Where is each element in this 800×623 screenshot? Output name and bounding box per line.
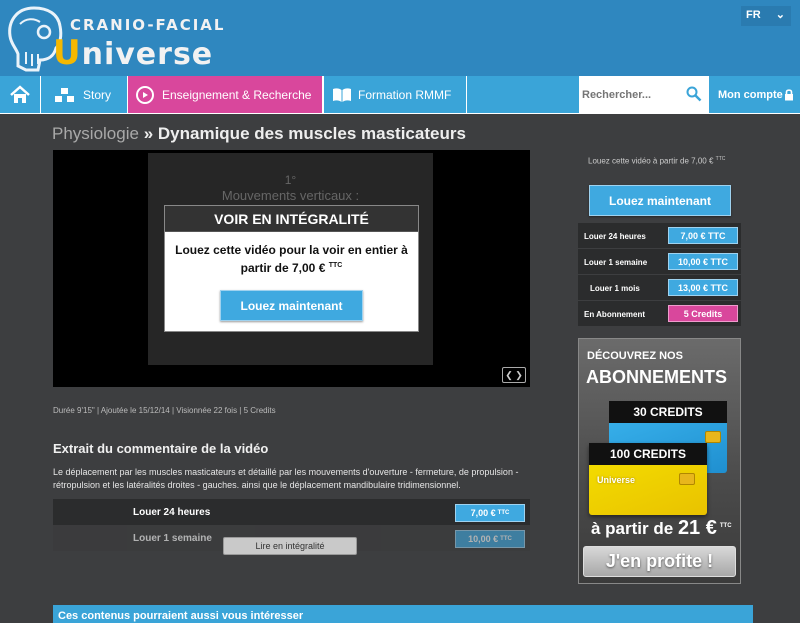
cubes-icon	[55, 87, 74, 102]
nav-story[interactable]: Story	[41, 76, 127, 113]
search-icon[interactable]	[686, 86, 702, 102]
chip-icon	[679, 473, 695, 485]
list-item: En Abonnement 5 Credits	[578, 301, 741, 327]
price-value-subscription[interactable]: 5 Credits	[668, 305, 738, 322]
related-content-bar: Ces contenus pourraient aussi vous intér…	[53, 605, 753, 623]
list-item: Louer 1 semaine 10,00 € TTC	[578, 249, 741, 275]
overlay-rent-button[interactable]: Louez maintenant	[220, 290, 363, 321]
site-header: CRANIO-FACIAL Universe FR ⌄	[0, 0, 800, 76]
lock-icon	[785, 89, 793, 101]
rent-week-price[interactable]: 10,00 € TTC	[455, 530, 525, 548]
nav-story-label: Story	[83, 87, 112, 102]
ad-price: à partir de 21 € TTC	[591, 517, 732, 539]
rent-week-label: Louer 1 semaine	[133, 533, 212, 544]
comment-text: Le déplacement par les muscles masticate…	[53, 467, 519, 490]
side-rent-button[interactable]: Louez maintenant	[589, 185, 731, 216]
nav-formation-label: Formation RMMF	[358, 87, 452, 102]
nav-formation[interactable]: Formation RMMF	[324, 76, 466, 113]
list-item: Louer 1 mois 13,00 € TTC	[578, 275, 741, 301]
ad-cta-button[interactable]: J'en profite !	[583, 546, 736, 577]
side-price-table: Louer 24 heures 7,00 € TTC Louer 1 semai…	[578, 223, 741, 327]
video-meta: Durée 9'15" | Ajoutée le 15/12/14 | Visi…	[53, 406, 276, 415]
search-box[interactable]	[580, 76, 708, 113]
price-label: Louer 1 semaine	[584, 258, 648, 267]
book-icon	[333, 87, 351, 102]
nav-spacer	[467, 76, 579, 113]
rent-24h-price[interactable]: 7,00 € TTC	[455, 504, 525, 522]
price-value-month[interactable]: 13,00 € TTC	[668, 279, 738, 296]
chip-icon	[705, 431, 721, 443]
side-caption: Louez cette vidéo à partir de 7,00 € TTC	[588, 156, 726, 166]
overlay-title: VOIR EN INTÉGRALITÉ	[165, 206, 418, 232]
nav-account-label: Mon compte	[718, 88, 783, 101]
chevron-down-icon: ⌄	[775, 9, 785, 21]
language-value: FR	[746, 9, 761, 21]
ad-heading-large: ABONNEMENTS	[586, 367, 728, 387]
table-row: Louer 24 heures 7,00 € TTC	[53, 499, 530, 525]
nav-home[interactable]	[0, 76, 40, 113]
card-30-label: 30 CREDITS	[609, 401, 727, 423]
slide-subtitle: Mouvements verticaux :	[221, 188, 360, 203]
read-more-button[interactable]: Lire en intégralité	[223, 537, 357, 555]
fullscreen-icon[interactable]: ❮ ❯	[502, 367, 526, 383]
comment-title: Extrait du commentaire de la vidéo	[53, 441, 269, 456]
language-select[interactable]: FR ⌄	[741, 6, 791, 26]
list-item: Louer 24 heures 7,00 € TTC	[578, 223, 741, 249]
breadcrumb-separator: »	[143, 124, 154, 143]
rent-24h-label: Louer 24 heures	[133, 507, 211, 518]
rent-overlay: VOIR EN INTÉGRALITÉ Louez cette vidéo po…	[164, 205, 419, 332]
main-nav: Story Enseignement & Recherche Formation…	[0, 76, 800, 114]
price-label: Louer 24 heures	[584, 232, 646, 241]
price-value-week[interactable]: 10,00 € TTC	[668, 253, 738, 270]
search-input[interactable]	[582, 88, 682, 101]
play-icon	[136, 85, 154, 104]
breadcrumb-parent[interactable]: Physiologie	[52, 124, 139, 143]
price-label: Louer 1 mois	[590, 284, 640, 293]
credit-card-100: 100 CREDITS Universe	[589, 443, 707, 515]
price-label: En Abonnement	[584, 310, 646, 319]
nav-enseignement[interactable]: Enseignement & Recherche	[128, 76, 322, 113]
nav-account[interactable]: Mon compte	[709, 76, 800, 113]
overlay-text: Louez cette vidéo pour la voir en entier…	[175, 243, 408, 275]
card-logo-text: Universe	[597, 475, 636, 485]
card-100-label: 100 CREDITS	[589, 443, 707, 465]
page-title: Dynamique des muscles masticateurs	[157, 124, 466, 143]
breadcrumb: Physiologie » Dynamique des muscles mast…	[52, 124, 466, 144]
logo-text-top: CRANIO-FACIAL	[70, 16, 226, 34]
logo-text-bottom: Universe	[53, 33, 214, 73]
home-icon	[10, 84, 30, 103]
logo[interactable]: CRANIO-FACIAL Universe	[0, 0, 223, 76]
price-value-24h[interactable]: 7,00 € TTC	[668, 227, 738, 244]
ad-heading-small: DÉCOUVREZ NOS	[587, 350, 683, 362]
slide-number: 1°	[284, 173, 297, 187]
nav-enseignement-label: Enseignement & Recherche	[162, 87, 312, 102]
subscription-ad[interactable]: DÉCOUVREZ NOS ABONNEMENTS 30 CREDITS 100…	[578, 338, 741, 584]
